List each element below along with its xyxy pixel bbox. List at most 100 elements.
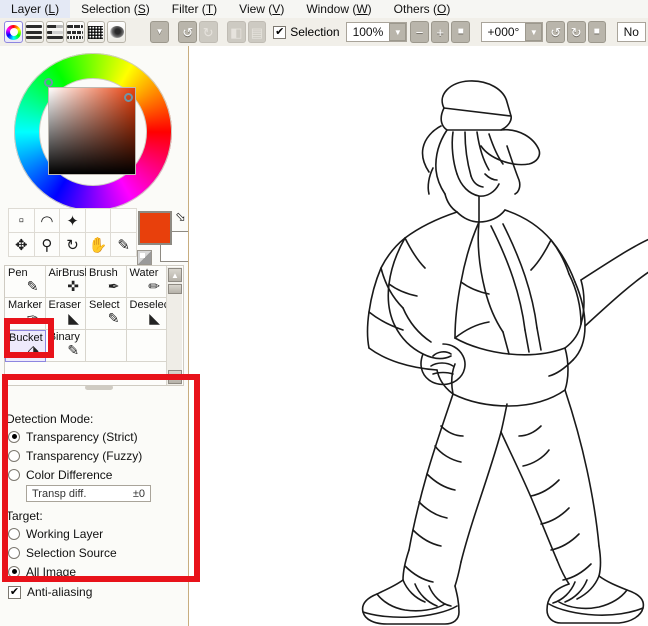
scrollbar-thumb[interactable] bbox=[168, 284, 182, 294]
radio-selection-source[interactable] bbox=[8, 546, 20, 559]
radio-transparency-fuzzy[interactable] bbox=[8, 449, 20, 462]
scroll-down-icon[interactable]: ▼ bbox=[168, 370, 182, 384]
flip-horizontal-button[interactable]: ◧ bbox=[227, 21, 246, 43]
brush-eraser[interactable]: Eraser ◣ bbox=[45, 298, 86, 330]
flip-vertical-button[interactable]: ▤ bbox=[247, 21, 267, 43]
brush-preview-panel-button[interactable] bbox=[107, 21, 126, 43]
brush-select[interactable]: Select ✎ bbox=[86, 298, 127, 330]
rotate-dropdown-arrow-icon[interactable]: ▼ bbox=[525, 23, 543, 41]
eraser-icon: ◣ bbox=[68, 310, 79, 326]
selection-toggle[interactable]: ✔ Selection bbox=[273, 25, 340, 39]
zoom-combo[interactable]: 100% ▼ bbox=[345, 22, 408, 42]
zoom-reset-button[interactable]: ■ bbox=[451, 21, 471, 43]
palette-resize-handle[interactable] bbox=[85, 385, 113, 390]
menu-item-others[interactable]: Others (O) bbox=[383, 0, 462, 18]
color-wheel-widget[interactable] bbox=[8, 53, 180, 213]
checkmark-icon-2: ✔ bbox=[9, 585, 20, 598]
zoom-in-button[interactable]: + bbox=[430, 21, 450, 43]
undo-icon: ↺ bbox=[182, 24, 194, 40]
color-swatches: ⬂ bbox=[137, 209, 191, 265]
menu-item-filter-label: Filter bbox=[171, 2, 199, 16]
detection-mode-transparency-fuzzy[interactable]: Transparency (Fuzzy) bbox=[8, 446, 188, 465]
left-panel: ▫ ◠ ✦ ✥ ⚲ ↻ ✋ ✎ ⬂ Pen ✎ AirBrush ✜ Brush… bbox=[0, 46, 191, 626]
rotate-cw-button[interactable]: ↻ bbox=[566, 21, 586, 43]
anti-aliasing-checkbox[interactable]: ✔ bbox=[8, 585, 21, 599]
detection-mode-title: Detection Mode: bbox=[6, 412, 94, 426]
menu-item-filter-accel: T bbox=[205, 2, 214, 16]
canvas-area[interactable] bbox=[189, 46, 648, 626]
rotate-reset-button[interactable]: ■ bbox=[587, 21, 607, 43]
empty-tool-slot-2[interactable] bbox=[110, 208, 137, 233]
hue-marker[interactable] bbox=[44, 78, 53, 87]
rectangle-select-tool[interactable]: ▫ bbox=[8, 208, 35, 233]
magic-wand-tool[interactable]: ✦ bbox=[59, 208, 86, 233]
sv-marker[interactable] bbox=[124, 93, 133, 102]
brush-pen[interactable]: Pen ✎ bbox=[5, 266, 46, 298]
toolbar-dropdown-button[interactable]: ▼ bbox=[150, 21, 169, 43]
brush-water[interactable]: Water ✏ bbox=[126, 266, 167, 298]
undo-button[interactable]: ↺ bbox=[178, 21, 197, 43]
menu-item-window[interactable]: Window (W) bbox=[295, 0, 382, 18]
zoom-dropdown-arrow-icon[interactable]: ▼ bbox=[389, 23, 407, 41]
redo-button[interactable]: ↻ bbox=[198, 21, 218, 43]
menu-item-selection-accel: S bbox=[137, 2, 146, 16]
menu-item-layer[interactable]: Layer (L) bbox=[0, 0, 71, 18]
water-icon: ✏ bbox=[148, 278, 160, 294]
detection-mode-group: Transparency (Strict) Transparency (Fuzz… bbox=[8, 427, 188, 484]
target-all-image[interactable]: All Image bbox=[8, 562, 188, 581]
swap-colors-icon[interactable]: ⬂ bbox=[175, 209, 186, 225]
chevron-down-icon: ▼ bbox=[155, 27, 164, 36]
brush-marker[interactable]: Marker ✑ bbox=[5, 298, 46, 330]
radio-working-layer[interactable] bbox=[8, 527, 20, 540]
rectangle-select-icon: ▫ bbox=[18, 212, 24, 229]
brush-deselect[interactable]: Deselect ◣ bbox=[126, 298, 172, 330]
transp-diff-field[interactable]: Transp diff. ±0 bbox=[26, 485, 151, 502]
selection-checkbox[interactable]: ✔ bbox=[273, 25, 287, 39]
brush-brush[interactable]: Brush ✒ bbox=[86, 266, 127, 298]
radio-color-difference[interactable] bbox=[8, 468, 20, 481]
gradient-panel-button[interactable] bbox=[45, 21, 65, 43]
detection-mode-transparency-strict[interactable]: Transparency (Strict) bbox=[8, 427, 188, 446]
rgb-slider-panel-button[interactable] bbox=[24, 21, 44, 43]
target-working-layer[interactable]: Working Layer bbox=[8, 524, 188, 543]
eyedropper-tool[interactable]: ✎ bbox=[110, 232, 137, 257]
hand-tool[interactable]: ✋ bbox=[84, 232, 112, 257]
menu-item-view[interactable]: View (V) bbox=[228, 0, 295, 18]
brush-palette-scrollbar[interactable]: ▲ ▼ bbox=[166, 267, 182, 385]
color-wheel-panel-button[interactable] bbox=[4, 21, 23, 43]
zoom-tool[interactable]: ⚲ bbox=[33, 232, 61, 257]
detection-mode-color-difference[interactable]: Color Difference bbox=[8, 465, 188, 484]
empty-tool-slot-1[interactable] bbox=[84, 208, 112, 233]
brush-bucket[interactable]: Bucket ⬗ bbox=[5, 330, 46, 362]
brush-binary[interactable]: Binary ✎ bbox=[45, 330, 87, 362]
rotate-ccw-button[interactable]: ↺ bbox=[546, 21, 565, 43]
zoom-out-button[interactable]: − bbox=[410, 21, 429, 43]
radio-transparency-strict[interactable] bbox=[8, 430, 20, 443]
brush-blob-icon bbox=[109, 26, 124, 38]
saturation-value-square[interactable] bbox=[48, 87, 136, 175]
radio-all-image[interactable] bbox=[8, 565, 20, 578]
transp-diff-value: ±0 bbox=[132, 487, 145, 500]
brush-empty-slot-1[interactable] bbox=[86, 330, 127, 362]
target-working-layer-label: Working Layer bbox=[26, 526, 104, 541]
scroll-up-icon[interactable]: ▲ bbox=[168, 268, 182, 282]
scratchpad-panel-button[interactable] bbox=[66, 21, 85, 43]
transparency-swatch-icon[interactable] bbox=[137, 250, 152, 265]
magnifier-icon: ⚲ bbox=[41, 236, 53, 254]
swatches-panel-button[interactable] bbox=[86, 21, 106, 43]
brush-airbrush[interactable]: AirBrush ✜ bbox=[45, 266, 91, 298]
brush-empty-slot-2[interactable] bbox=[126, 330, 167, 362]
move-tool[interactable]: ✥ bbox=[8, 232, 35, 257]
brush-row-3: Bucket ⬗ Binary ✎ bbox=[5, 330, 167, 362]
menu-item-filter[interactable]: Filter (T) bbox=[161, 0, 228, 18]
brush-row-1: Pen ✎ AirBrush ✜ Brush ✒ Water ✏ bbox=[5, 266, 167, 298]
rotate-combo[interactable]: +000° ▼ bbox=[480, 22, 544, 42]
mode-combo[interactable]: No bbox=[616, 22, 646, 42]
anti-aliasing-row[interactable]: ✔ Anti-aliasing bbox=[8, 585, 92, 599]
lasso-tool[interactable]: ◠ bbox=[33, 208, 61, 233]
target-selection-source[interactable]: Selection Source bbox=[8, 543, 188, 562]
menu-item-selection[interactable]: Selection (S) bbox=[70, 0, 161, 18]
menu-item-others-label: Others bbox=[393, 2, 430, 16]
foreground-color-swatch[interactable] bbox=[138, 211, 172, 245]
rotate-tool[interactable]: ↻ bbox=[59, 232, 86, 257]
